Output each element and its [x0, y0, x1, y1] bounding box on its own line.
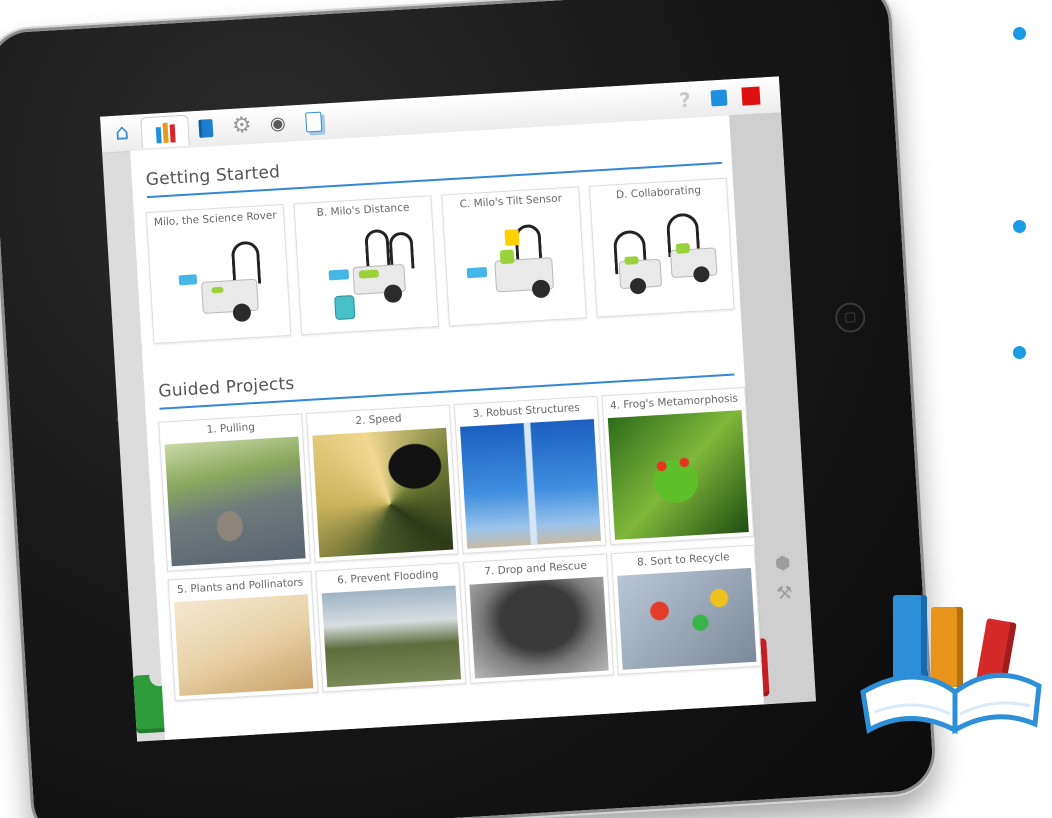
project-card[interactable]: 6. Prevent Flooding — [315, 562, 467, 693]
getting-started-title: Getting Started — [145, 162, 281, 191]
card-label: 3. Robust Structures — [472, 401, 581, 421]
tab-library[interactable] — [140, 114, 190, 149]
open-book-icon — [860, 672, 1042, 735]
home-icon: ⌂ — [114, 120, 130, 146]
card-label: 8. Sort to Recycle — [636, 551, 730, 569]
guided-projects-title: Guided Projects — [157, 373, 295, 402]
project-photo — [173, 594, 314, 697]
robot-image — [458, 218, 573, 319]
robot-image — [602, 207, 723, 309]
card-label: 4. Frog's Metamorphosis — [609, 392, 739, 412]
project-card[interactable]: 8. Sort to Recycle — [610, 544, 762, 675]
tab-camera[interactable]: ◉ — [262, 108, 294, 140]
card-label: 6. Prevent Flooding — [336, 568, 439, 587]
robot-image — [169, 240, 274, 336]
card-label: C. Milo's Tilt Sensor — [459, 192, 563, 211]
wrench-icon[interactable]: ⚒ — [773, 582, 796, 605]
camera-icon: ◉ — [269, 112, 287, 135]
tablet-device: ⌂ ⚙ ◉ ? ⬢ ⚒ Getting Started Milo, the Sc… — [0, 0, 938, 818]
project-photo — [469, 576, 609, 679]
library-panel: Getting Started Milo, the Science Rover … — [130, 115, 765, 742]
books-icon — [155, 120, 176, 144]
project-card[interactable]: 5. Plants and Pollinators — [167, 570, 319, 702]
project-photo — [617, 567, 757, 670]
bullet-dot — [1013, 220, 1026, 233]
getting-started-card[interactable]: D. Collaborating — [588, 177, 735, 318]
gear-icon: ⚙ — [231, 112, 253, 139]
card-label: B. Milo's Distance — [316, 201, 410, 220]
book-icon — [198, 119, 214, 138]
stop-button[interactable] — [735, 80, 767, 112]
card-label: 7. Drop and Rescue — [483, 559, 588, 578]
card-label: 1. Pulling — [206, 421, 256, 436]
card-label: 5. Plants and Pollinators — [176, 576, 304, 596]
help-icon: ? — [678, 87, 692, 113]
project-photo — [460, 418, 602, 549]
card-label: 2. Speed — [355, 412, 402, 428]
books-icon — [855, 572, 1050, 747]
project-card[interactable]: 7. Drop and Rescue — [463, 553, 615, 684]
document-icon — [305, 111, 323, 133]
getting-started-card[interactable]: Milo, the Science Rover — [145, 203, 292, 344]
shield-icon[interactable]: ⬢ — [771, 552, 794, 575]
project-photo — [607, 410, 749, 540]
app-screen: ⌂ ⚙ ◉ ? ⬢ ⚒ Getting Started Milo, the Sc… — [100, 76, 816, 742]
project-photo — [321, 585, 462, 688]
tab-settings[interactable]: ⚙ — [226, 110, 258, 142]
bullet-dot — [1013, 346, 1026, 359]
bluetooth-button[interactable] — [703, 82, 735, 114]
bullet-dot — [1013, 27, 1026, 40]
robot-image — [316, 227, 421, 328]
getting-started-card[interactable]: B. Milo's Distance — [293, 195, 440, 336]
stop-icon — [741, 86, 761, 106]
tab-documentation[interactable] — [298, 106, 330, 138]
project-card[interactable]: 3. Robust Structures — [453, 395, 607, 554]
card-label: D. Collaborating — [615, 184, 702, 202]
tab-projects[interactable] — [190, 113, 222, 145]
project-card[interactable]: 4. Frog's Metamorphosis — [601, 386, 755, 546]
marketing-image: ⌂ ⚙ ◉ ? ⬢ ⚒ Getting Started Milo, the Sc… — [0, 0, 1052, 818]
connection-icon — [710, 89, 728, 107]
card-label: Milo, the Science Rover — [153, 209, 277, 229]
project-photo — [312, 427, 454, 558]
help-button[interactable]: ? — [669, 84, 701, 116]
getting-started-card[interactable]: C. Milo's Tilt Sensor — [441, 186, 587, 327]
tab-home[interactable]: ⌂ — [106, 118, 138, 150]
project-card[interactable]: 1. Pulling — [158, 413, 311, 572]
project-card[interactable]: 2. Speed — [305, 404, 459, 563]
project-photo — [164, 436, 306, 567]
